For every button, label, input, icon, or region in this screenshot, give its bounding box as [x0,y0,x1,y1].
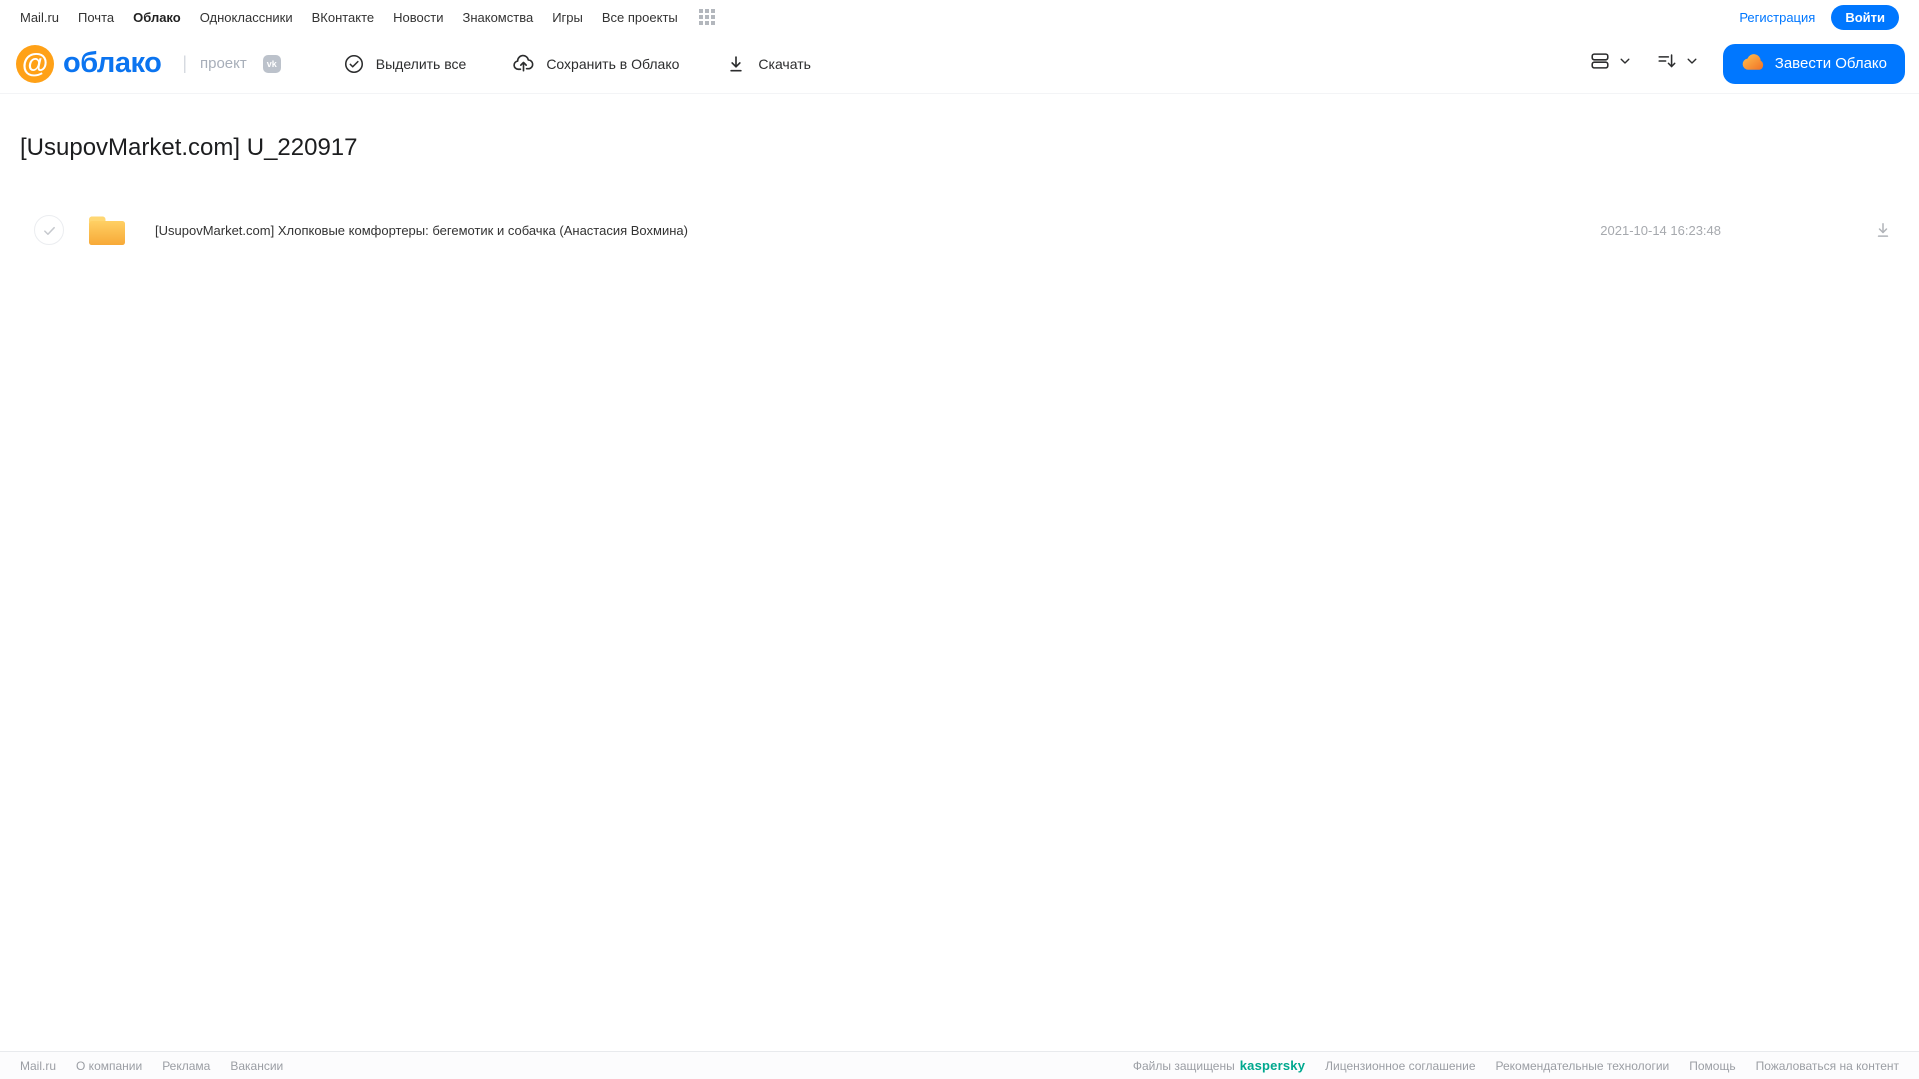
sort-dropdown[interactable] [1656,50,1699,77]
project-label: проект [200,55,247,72]
download-icon [725,53,747,75]
select-all-button[interactable]: Выделить все [343,53,467,75]
list-view-icon [1589,50,1611,77]
view-mode-dropdown[interactable] [1589,50,1632,77]
check-circle-icon [343,53,365,75]
mailru-at-icon: @ [16,44,54,83]
footer-right-links: Файлы защищены kaspersky Лицензионное со… [1133,1058,1899,1073]
login-button[interactable]: Войти [1831,4,1899,30]
file-modified-date: 2021-10-14 16:23:48 [1600,222,1721,238]
registration-link[interactable]: Регистрация [1739,10,1815,25]
nav-link-mailru[interactable]: Mail.ru [20,10,59,25]
cloud-orange-icon [1741,53,1765,75]
portal-nav-right: Регистрация Войти [1739,4,1899,30]
footer-link-license[interactable]: Лицензионное соглашение [1325,1059,1475,1073]
cloud-header: @ облако | проект vk Выделить все Сохран… [0,34,1919,94]
footer-link-report[interactable]: Пожаловаться на контент [1756,1059,1899,1073]
sort-icon [1656,50,1678,77]
select-all-label: Выделить все [375,55,467,72]
file-list: [UsupovMarket.com] Хлопковые комфортеры:… [0,204,1919,256]
footer-link-recommendations[interactable]: Рекомендательные технологии [1496,1059,1670,1073]
nav-link-novosti[interactable]: Новости [393,10,443,25]
portal-nav: Mail.ru Почта Облако Одноклассники ВКонт… [0,0,1919,34]
apps-grid-icon[interactable] [698,9,715,25]
cloud-upload-icon [512,52,535,75]
footer-left-links: Mail.ru О компании Реклама Вакансии [20,1059,283,1073]
footer-link-help[interactable]: Помощь [1689,1059,1735,1073]
check-icon [43,226,55,235]
download-button[interactable]: Скачать [725,53,811,75]
save-to-cloud-label: Сохранить в Облако [546,55,680,72]
footer: Mail.ru О компании Реклама Вакансии Файл… [0,1051,1919,1079]
folder-icon [86,213,128,248]
logo-separator: | [182,53,187,73]
footer-link-mailru[interactable]: Mail.ru [20,1059,56,1073]
create-cloud-label: Завести Облако [1774,55,1887,72]
nav-link-igry[interactable]: Игры [552,10,583,25]
kaspersky-protection: Файлы защищены kaspersky [1133,1058,1305,1073]
nav-link-znakomstva[interactable]: Знакомства [462,10,533,25]
nav-link-vse-proekty[interactable]: Все проекты [602,10,678,25]
create-cloud-button[interactable]: Завести Облако [1722,43,1905,84]
row-download-icon[interactable] [1873,220,1893,240]
row-checkbox[interactable] [34,215,64,245]
header-right-controls: Завести Облако [1589,43,1905,84]
file-row[interactable]: [UsupovMarket.com] Хлопковые комфортеры:… [0,204,1919,256]
cloud-logo[interactable]: @ облако | проект vk [16,44,281,83]
vk-badge-icon: vk [262,54,281,73]
footer-link-jobs[interactable]: Вакансии [230,1059,283,1073]
file-name[interactable]: [UsupovMarket.com] Хлопковые комфортеры:… [155,223,688,238]
chevron-down-icon [1618,54,1632,73]
nav-link-pochta[interactable]: Почта [78,10,114,25]
kaspersky-logo[interactable]: kaspersky [1240,1058,1305,1073]
portal-nav-links: Mail.ru Почта Облако Одноклассники ВКонт… [20,9,715,25]
cloud-logo-text: облако [63,47,162,79]
footer-link-ads[interactable]: Реклама [162,1059,210,1073]
chevron-down-icon [1685,54,1699,73]
page-title: [UsupovMarket.com] U_220917 [20,134,358,161]
protected-by-label: Файлы защищены [1132,1058,1235,1073]
download-label: Скачать [758,55,811,72]
nav-link-oblako[interactable]: Облако [133,10,181,25]
nav-link-odnoklassniki[interactable]: Одноклассники [200,10,293,25]
save-to-cloud-button[interactable]: Сохранить в Облако [512,52,679,75]
nav-link-vkontakte[interactable]: ВКонтакте [312,10,375,25]
actions-toolbar: Выделить все Сохранить в Облако Скачать [343,52,811,75]
footer-link-about[interactable]: О компании [76,1059,142,1073]
